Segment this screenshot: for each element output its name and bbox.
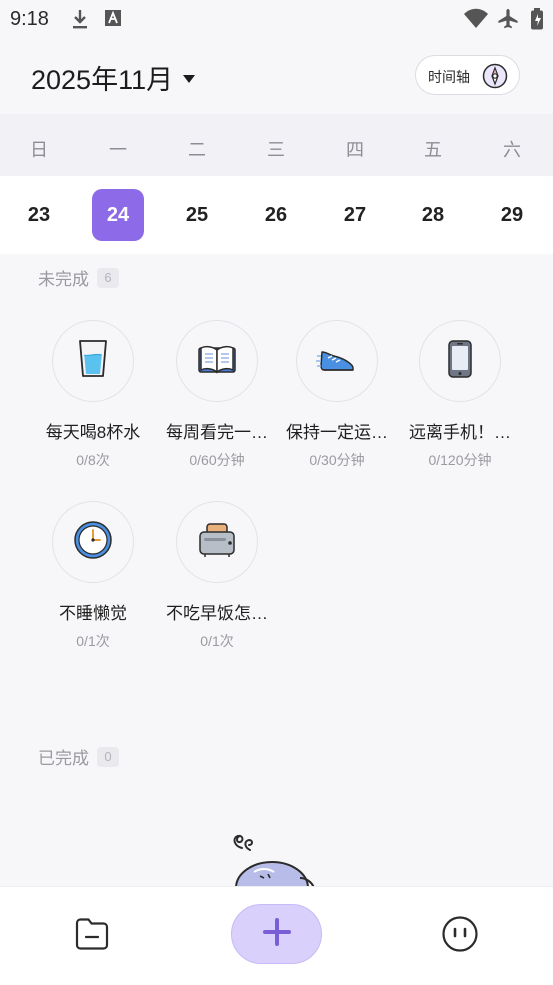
habit-icon-circle[interactable] bbox=[296, 320, 378, 402]
habit-icon-circle[interactable] bbox=[176, 501, 258, 583]
habit-name: 不睡懒觉 bbox=[59, 604, 127, 623]
habit-progress: 0/8次 bbox=[76, 452, 110, 468]
habit-progress: 0/120分钟 bbox=[428, 452, 492, 468]
habit-name: 每周看完一… bbox=[166, 423, 268, 442]
day-27[interactable]: 27 bbox=[329, 189, 381, 241]
wifi-icon bbox=[463, 8, 489, 35]
add-button[interactable] bbox=[231, 904, 322, 964]
habit-icon-circle[interactable] bbox=[419, 320, 501, 402]
habit-icon-circle[interactable] bbox=[52, 501, 134, 583]
day-26[interactable]: 26 bbox=[250, 189, 302, 241]
day-24-selected[interactable]: 24 bbox=[92, 189, 144, 241]
caret-down-icon bbox=[183, 74, 196, 83]
smiley-icon[interactable] bbox=[441, 915, 479, 958]
incomplete-count-badge: 6 bbox=[97, 267, 119, 288]
habit-item[interactable]: 不睡懒觉 0/1次 bbox=[37, 501, 149, 651]
running-shoe-icon bbox=[316, 344, 358, 379]
compass-icon bbox=[482, 63, 508, 94]
date-row: 23 24 25 26 27 28 29 bbox=[0, 176, 553, 254]
month-selector[interactable]: 2025年11月 bbox=[31, 58, 196, 97]
habit-progress: 0/1次 bbox=[76, 633, 110, 649]
status-bar: 9:18 bbox=[0, 0, 553, 38]
habit-name: 不吃早饭怎… bbox=[166, 604, 268, 623]
mascot-illustration bbox=[220, 828, 330, 915]
day-23[interactable]: 23 bbox=[13, 189, 65, 241]
completed-count-badge: 0 bbox=[97, 746, 119, 767]
timeline-label: 时间轴 bbox=[428, 69, 470, 85]
habit-item[interactable]: 不吃早饭怎… 0/1次 bbox=[161, 501, 273, 651]
weekday-fri: 五 bbox=[424, 140, 442, 160]
weekday-sun: 日 bbox=[30, 140, 48, 160]
day-25[interactable]: 25 bbox=[171, 189, 223, 241]
habit-progress: 0/1次 bbox=[200, 633, 234, 649]
incomplete-section-header: 未完成 6 bbox=[38, 265, 119, 290]
habit-name: 每天喝8杯水 bbox=[45, 423, 141, 442]
weekday-mon: 一 bbox=[109, 140, 127, 160]
keyboard-a-icon bbox=[104, 8, 122, 33]
habit-item[interactable]: 保持一定运… 0/30分钟 bbox=[281, 320, 393, 470]
weekday-sat: 六 bbox=[503, 140, 521, 160]
folder-icon[interactable] bbox=[73, 915, 111, 958]
completed-label: 已完成 bbox=[38, 749, 89, 768]
weekday-thu: 四 bbox=[346, 140, 364, 160]
habit-item[interactable]: 远离手机！… 0/120分钟 bbox=[404, 320, 516, 470]
clock-icon bbox=[73, 520, 113, 565]
habit-icon-circle[interactable] bbox=[52, 320, 134, 402]
day-28[interactable]: 28 bbox=[407, 189, 459, 241]
timeline-button[interactable]: 时间轴 bbox=[415, 55, 520, 95]
water-glass-icon bbox=[76, 338, 110, 385]
battery-icon bbox=[530, 8, 544, 35]
habit-progress: 0/30分钟 bbox=[309, 452, 365, 468]
add-icon bbox=[262, 917, 292, 952]
incomplete-label: 未完成 bbox=[38, 270, 89, 289]
habit-item[interactable]: 每天喝8杯水 0/8次 bbox=[37, 320, 149, 470]
open-book-icon bbox=[197, 342, 237, 381]
habit-progress: 0/60分钟 bbox=[189, 452, 245, 468]
weekday-tue: 二 bbox=[188, 140, 206, 160]
bottom-nav bbox=[0, 886, 553, 985]
month-label: 2025年11月 bbox=[31, 65, 174, 95]
airplane-icon bbox=[497, 8, 519, 35]
weekday-wed: 三 bbox=[267, 140, 285, 160]
habit-icon-circle[interactable] bbox=[176, 320, 258, 402]
completed-section-header: 已完成 0 bbox=[38, 744, 119, 769]
day-29[interactable]: 29 bbox=[486, 189, 538, 241]
habit-item[interactable]: 每周看完一… 0/60分钟 bbox=[161, 320, 273, 470]
habit-name: 远离手机！… bbox=[409, 423, 511, 442]
week-strip: 日 一 二 三 四 五 六 23 24 25 26 27 28 29 bbox=[0, 114, 553, 254]
smartphone-icon bbox=[447, 339, 473, 384]
download-icon bbox=[70, 8, 90, 35]
toaster-icon bbox=[197, 522, 237, 563]
habit-name: 保持一定运… bbox=[286, 423, 388, 442]
status-time: 9:18 bbox=[10, 8, 49, 30]
header: 2025年11月 时间轴 bbox=[0, 38, 553, 114]
